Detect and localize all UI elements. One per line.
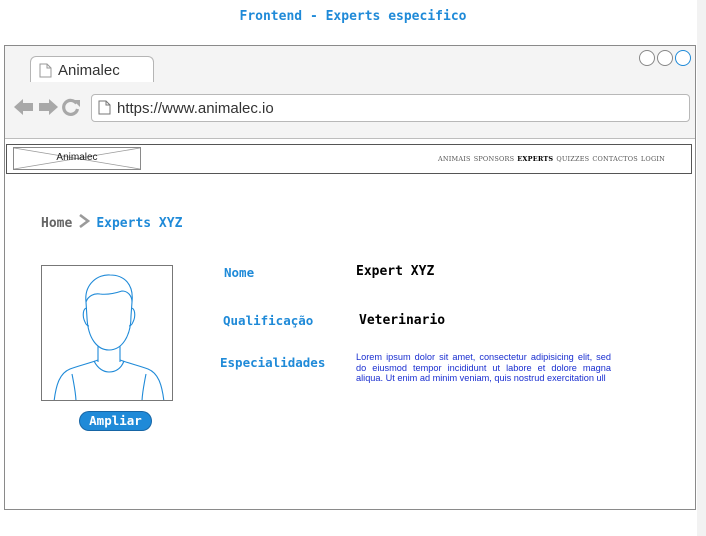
especialidades-value: Lorem ipsum dolor sit amet, consectetur … (356, 352, 611, 384)
person-avatar-icon (53, 274, 165, 400)
logo-text: Animalec (56, 152, 98, 163)
maximize-icon[interactable] (657, 50, 673, 66)
breadcrumb-current: Experts XYZ (96, 215, 183, 231)
especialidades-label: Especialidades (220, 355, 326, 370)
main-menu: ANIMAIS SPONSORS EXPERTS QUIZZES CONTACT… (438, 155, 665, 163)
menu-item-animais[interactable]: ANIMAIS (438, 155, 471, 163)
window-controls (639, 50, 691, 66)
chevron-right-icon (78, 213, 91, 232)
ampliar-button[interactable]: Ampliar (80, 412, 151, 430)
forward-arrow-icon[interactable] (37, 98, 59, 121)
menu-item-contactos[interactable]: CONTACTOS (592, 155, 638, 163)
tab-label: Animalec (58, 62, 120, 79)
menu-item-quizzes[interactable]: QUIZZES (556, 155, 589, 163)
page-margin-strip (697, 0, 706, 536)
nome-label: Nome (224, 265, 255, 280)
back-arrow-icon[interactable] (13, 98, 35, 121)
browser-tab[interactable]: Animalec (30, 56, 154, 82)
qualificacao-value: Veterinario (359, 313, 446, 328)
site-header: Animalec ANIMAIS SPONSORS EXPERTS QUIZZE… (6, 144, 692, 174)
menu-item-sponsors[interactable]: SPONSORS (474, 155, 515, 163)
qualificacao-label: Qualificação (223, 313, 314, 328)
address-bar-row: https://www.animalec.io (5, 82, 695, 139)
breadcrumb-home[interactable]: Home (41, 216, 72, 231)
url-text: https://www.animalec.io (117, 100, 274, 117)
reload-icon[interactable] (61, 97, 81, 122)
expert-photo[interactable] (41, 265, 173, 401)
navigation-buttons (13, 97, 81, 122)
url-field[interactable]: https://www.animalec.io (91, 94, 690, 122)
page-icon (39, 63, 52, 83)
logo-placeholder[interactable]: Animalec (13, 147, 141, 170)
browser-window: Animalec https://www.animalec.io Animale… (4, 45, 696, 510)
breadcrumb: Home Experts XYZ (41, 213, 183, 232)
close-icon[interactable] (675, 50, 691, 66)
tab-bar: Animalec (5, 46, 695, 83)
minimize-icon[interactable] (639, 50, 655, 66)
menu-item-login[interactable]: LOGIN (641, 155, 665, 163)
page-heading: Frontend - Experts especifico (239, 9, 467, 24)
page-icon (98, 100, 111, 120)
nome-value: Expert XYZ (356, 264, 435, 279)
menu-item-experts[interactable]: EXPERTS (517, 155, 553, 163)
